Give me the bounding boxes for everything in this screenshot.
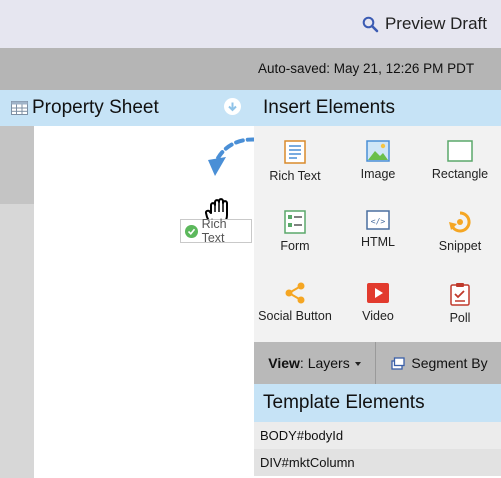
caret-down-icon [354, 361, 361, 366]
left-rail [0, 90, 34, 478]
template-row-label: BODY#bodyId [260, 428, 344, 443]
top-bar: Preview Draft [0, 0, 501, 48]
template-elements-title: Template Elements [263, 392, 425, 413]
insert-rectangle[interactable]: Rectangle [419, 140, 501, 181]
insert-rich-text-label: Rich Text [269, 169, 321, 183]
insert-social-button-label: Social Button [258, 309, 332, 323]
grid-table-icon [11, 101, 28, 115]
insert-elements-title: Insert Elements [263, 97, 395, 118]
insert-video-label: Video [362, 309, 394, 323]
template-row-label: DIV#mktColumn [260, 455, 355, 470]
insert-form-label: Form [280, 239, 310, 253]
segment-by-label: Segment By [411, 355, 488, 371]
insert-poll-label: Poll [449, 311, 471, 325]
autosave-status: Auto-saved: May 21, 12:26 PM PDT [258, 61, 475, 76]
preview-draft-label: Preview Draft [384, 14, 487, 33]
poll-clipboard-icon [450, 283, 470, 306]
form-icon [284, 210, 306, 234]
svg-text:</>: </> [371, 217, 386, 226]
image-icon [366, 140, 390, 162]
insert-image-label: Image [360, 167, 396, 181]
left-rail-block [0, 126, 34, 204]
html-icon: </> [366, 210, 390, 230]
dragged-rich-text-tag[interactable]: Rich Text [180, 217, 252, 245]
property-sheet-header[interactable]: Property Sheet [0, 90, 254, 126]
insert-snippet-label: Snippet [438, 239, 482, 253]
video-play-icon [367, 283, 389, 303]
social-share-icon [285, 282, 305, 304]
insert-video[interactable]: Video [337, 282, 419, 323]
rich-text-icon [284, 140, 306, 164]
view-label: View [268, 355, 300, 371]
view-layers-dropdown[interactable]: View : Layers [254, 342, 376, 384]
checkmark-icon [185, 224, 198, 238]
preview-draft-button[interactable]: Preview Draft [362, 11, 487, 37]
insert-elements-panel: Insert Elements Rich Text Image Rectangl… [254, 90, 501, 342]
view-value: : Layers [299, 355, 350, 371]
template-row-body[interactable]: BODY#bodyId [254, 422, 501, 449]
magnifier-icon [362, 16, 379, 32]
insert-social-button[interactable]: Social Button [254, 282, 336, 323]
insert-snippet[interactable]: Snippet [419, 210, 501, 253]
template-row-column[interactable]: DIV#mktColumn [254, 449, 501, 476]
template-elements-header: Template Elements [254, 384, 501, 422]
collapse-arrow-icon[interactable] [224, 98, 241, 115]
dragged-tag-label: Rich Text [201, 217, 227, 245]
insert-form[interactable]: Form [254, 210, 336, 253]
snippet-icon [449, 211, 471, 233]
property-sheet-title: Property Sheet [32, 97, 159, 118]
insert-rich-text[interactable]: Rich Text [254, 140, 336, 183]
panel-toolbar: View : Layers Segment By [254, 342, 501, 384]
autosave-bar: Auto-saved: May 21, 12:26 PM PDT [0, 48, 501, 90]
segment-by-button[interactable]: Segment By [378, 342, 501, 384]
rectangle-icon [447, 140, 473, 162]
insert-elements-header: Insert Elements [254, 90, 501, 126]
insert-html[interactable]: </> HTML [337, 210, 419, 249]
segment-icon [391, 356, 406, 370]
insert-html-label: HTML [360, 235, 396, 249]
insert-rectangle-label: Rectangle [431, 167, 489, 181]
insert-image[interactable]: Image [337, 140, 419, 181]
insert-poll[interactable]: Poll [419, 282, 501, 325]
editor-canvas[interactable] [34, 126, 254, 478]
